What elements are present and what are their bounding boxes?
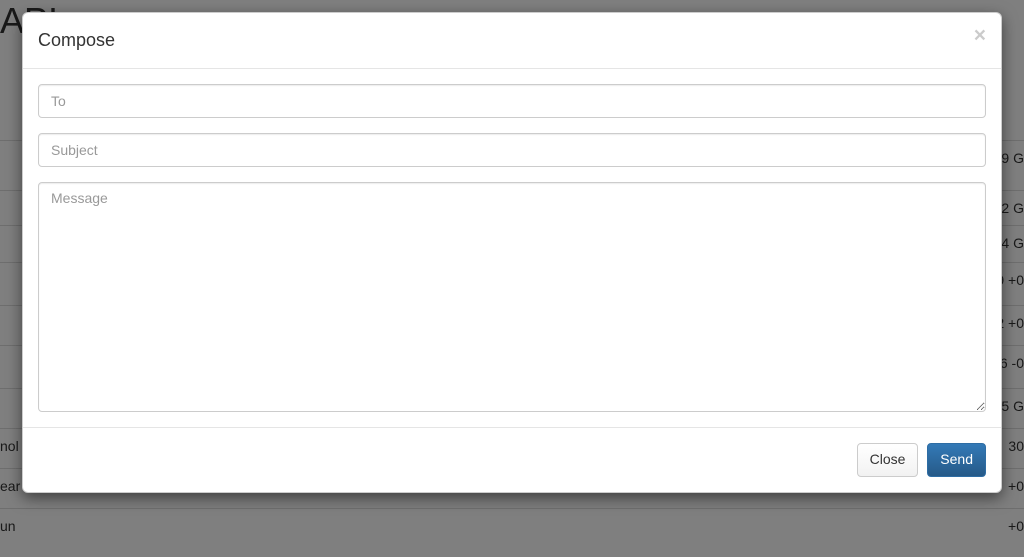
compose-modal: Compose × Close Send [22, 12, 1002, 493]
modal-header: Compose × [23, 13, 1001, 69]
modal-body [23, 69, 1001, 427]
modal-backdrop[interactable]: Compose × Close Send [0, 0, 1024, 557]
to-field[interactable] [38, 84, 986, 118]
close-button[interactable]: Close [857, 443, 919, 477]
subject-field[interactable] [38, 133, 986, 167]
modal-footer: Close Send [23, 427, 1001, 492]
close-icon[interactable]: × [974, 25, 986, 46]
message-field[interactable] [38, 182, 986, 412]
modal-title: Compose [38, 28, 986, 53]
send-button[interactable]: Send [927, 443, 986, 477]
